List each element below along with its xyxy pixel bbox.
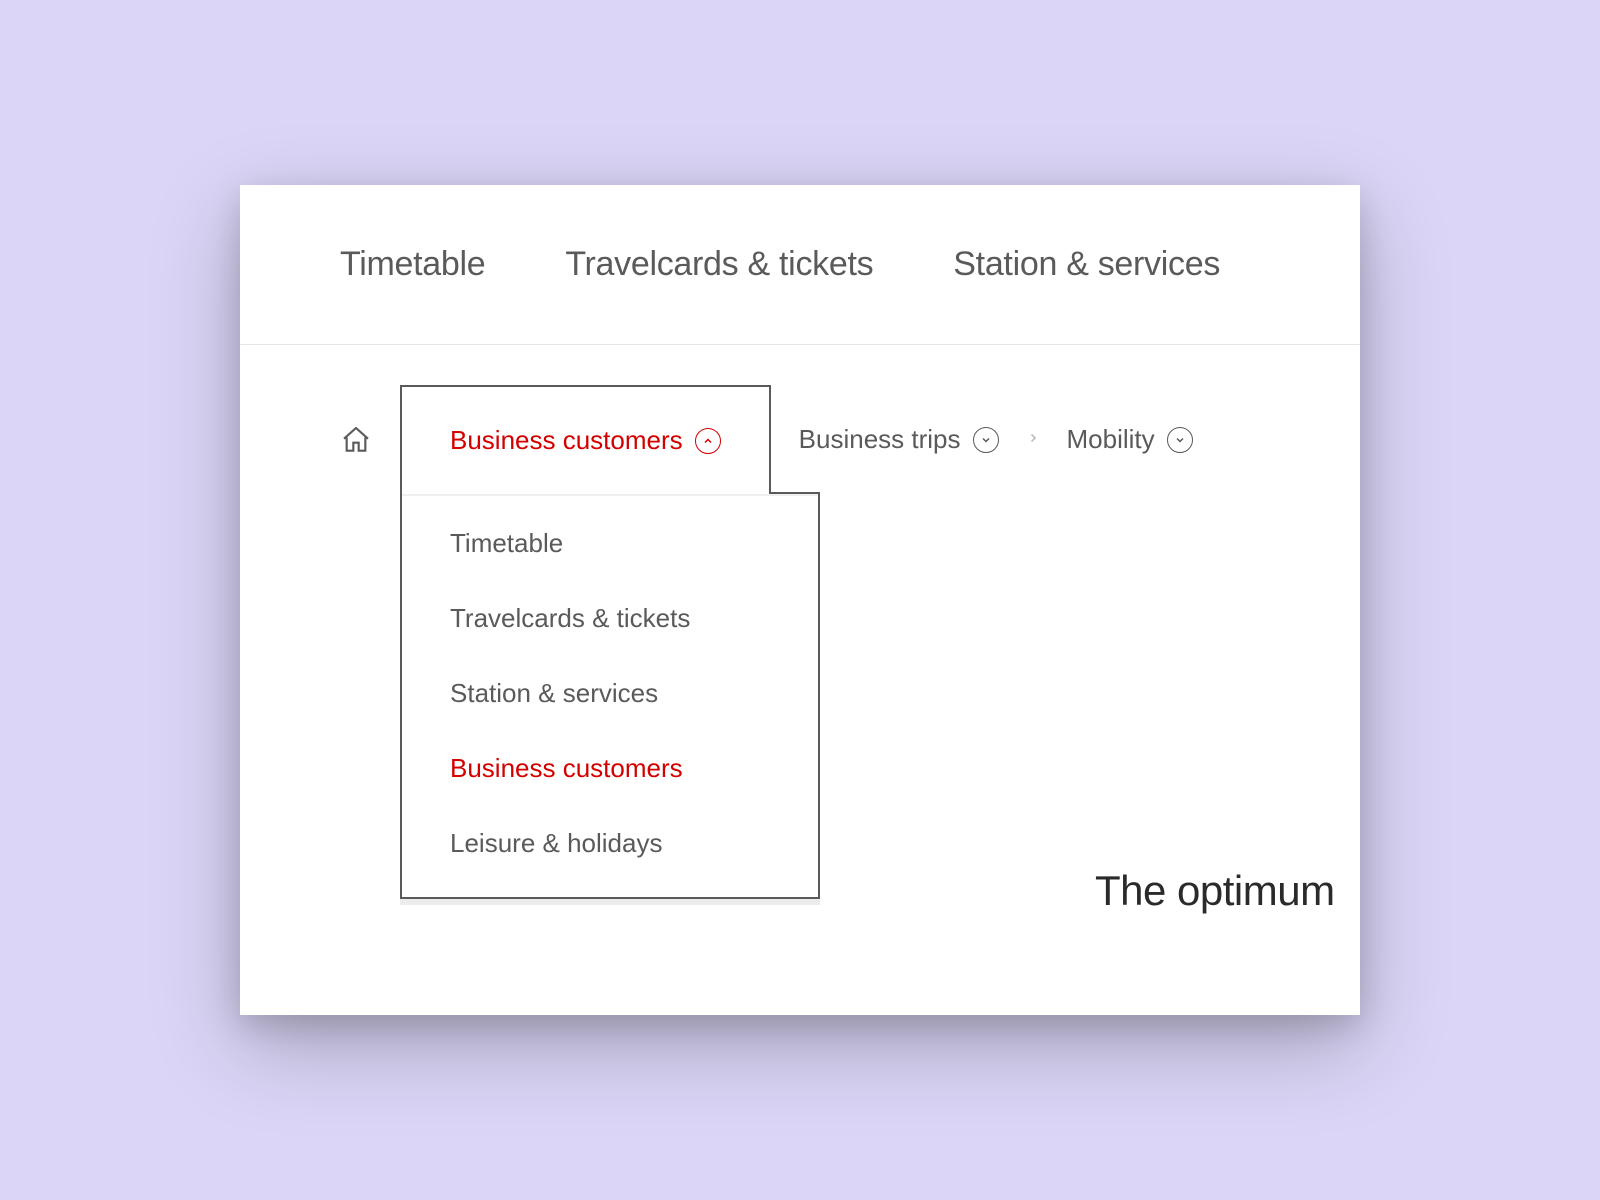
- chevron-up-icon: [695, 428, 721, 454]
- breadcrumb-item-business-customers-box: Business customers: [400, 385, 771, 494]
- breadcrumb-dropdown-menu-inner: Timetable Travelcards & tickets Station …: [402, 494, 818, 897]
- nav-item-station-services[interactable]: Station & services: [953, 245, 1220, 284]
- breadcrumb-label: Business trips: [799, 424, 961, 455]
- dropdown-item-timetable[interactable]: Timetable: [402, 506, 818, 581]
- dropdown-item-business-customers[interactable]: Business customers: [402, 731, 818, 806]
- page-heading-partial: The optimum: [1095, 867, 1360, 915]
- page-card: Timetable Travelcards & tickets Station …: [240, 185, 1360, 1015]
- nav-item-travelcards[interactable]: Travelcards & tickets: [565, 245, 873, 284]
- primary-nav: Timetable Travelcards & tickets Station …: [240, 185, 1360, 345]
- dropdown-item-station-services[interactable]: Station & services: [402, 656, 818, 731]
- breadcrumb-item-business-trips[interactable]: Business trips: [799, 424, 999, 455]
- breadcrumb-label: Mobility: [1067, 424, 1155, 455]
- chevron-down-icon: [973, 427, 999, 453]
- breadcrumb-dropdown-menu: Timetable Travelcards & tickets Station …: [400, 492, 820, 899]
- home-icon[interactable]: [340, 424, 372, 456]
- breadcrumb-item-mobility[interactable]: Mobility: [1067, 424, 1193, 455]
- nav-item-timetable[interactable]: Timetable: [340, 245, 485, 284]
- dropdown-item-travelcards[interactable]: Travelcards & tickets: [402, 581, 818, 656]
- breadcrumb-separator-icon: [1027, 427, 1039, 453]
- breadcrumb-dropdown-container: Business customers Timetable Travelcards…: [400, 385, 771, 494]
- breadcrumb-label: Business customers: [450, 425, 683, 456]
- breadcrumb: Business customers Timetable Travelcards…: [240, 345, 1360, 494]
- breadcrumb-rest: Business trips Mobility: [799, 424, 1193, 455]
- dropdown-item-leisure-holidays[interactable]: Leisure & holidays: [402, 806, 818, 881]
- chevron-down-icon: [1167, 427, 1193, 453]
- breadcrumb-item-business-customers[interactable]: Business customers: [450, 425, 721, 456]
